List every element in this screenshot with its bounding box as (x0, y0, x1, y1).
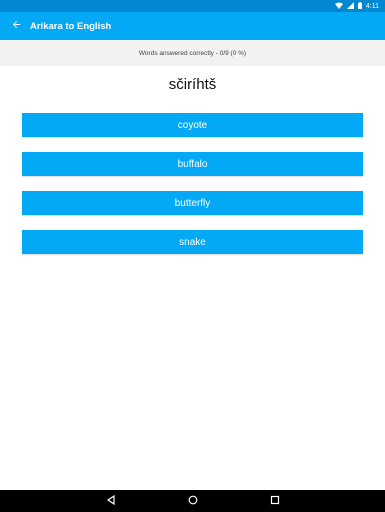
answer-button-butterfly[interactable]: butterfly (22, 191, 363, 215)
nav-recents-button[interactable] (268, 494, 282, 508)
status-time: 4:11 (365, 2, 379, 10)
score-text: Words answered correctly - 0/9 (0 %) (138, 49, 247, 57)
back-triangle-icon (106, 492, 116, 510)
page-title: Arikara to English (30, 20, 112, 32)
recents-square-icon (270, 492, 280, 510)
wifi-icon (334, 2, 343, 11)
nav-back-button[interactable] (104, 494, 118, 508)
answer-button-buffalo[interactable]: buffalo (22, 152, 363, 176)
battery-icon (357, 1, 362, 11)
system-nav-bar (0, 490, 385, 512)
score-strip: Words answered correctly - 0/9 (0 %) (0, 40, 385, 66)
answer-list: coyote buffalo butterfly snake (22, 113, 363, 269)
question-word: sčiríhtš (168, 76, 217, 93)
home-circle-icon (188, 492, 198, 510)
signal-icon (346, 1, 354, 11)
nav-home-button[interactable] (186, 494, 200, 508)
answer-button-snake[interactable]: snake (22, 230, 363, 254)
answer-button-coyote[interactable]: coyote (22, 113, 363, 137)
back-button[interactable] (2, 12, 30, 40)
status-bar: 4:11 (0, 0, 385, 12)
arrow-back-icon (11, 17, 22, 35)
app-bar: Arikara to English (0, 12, 385, 40)
